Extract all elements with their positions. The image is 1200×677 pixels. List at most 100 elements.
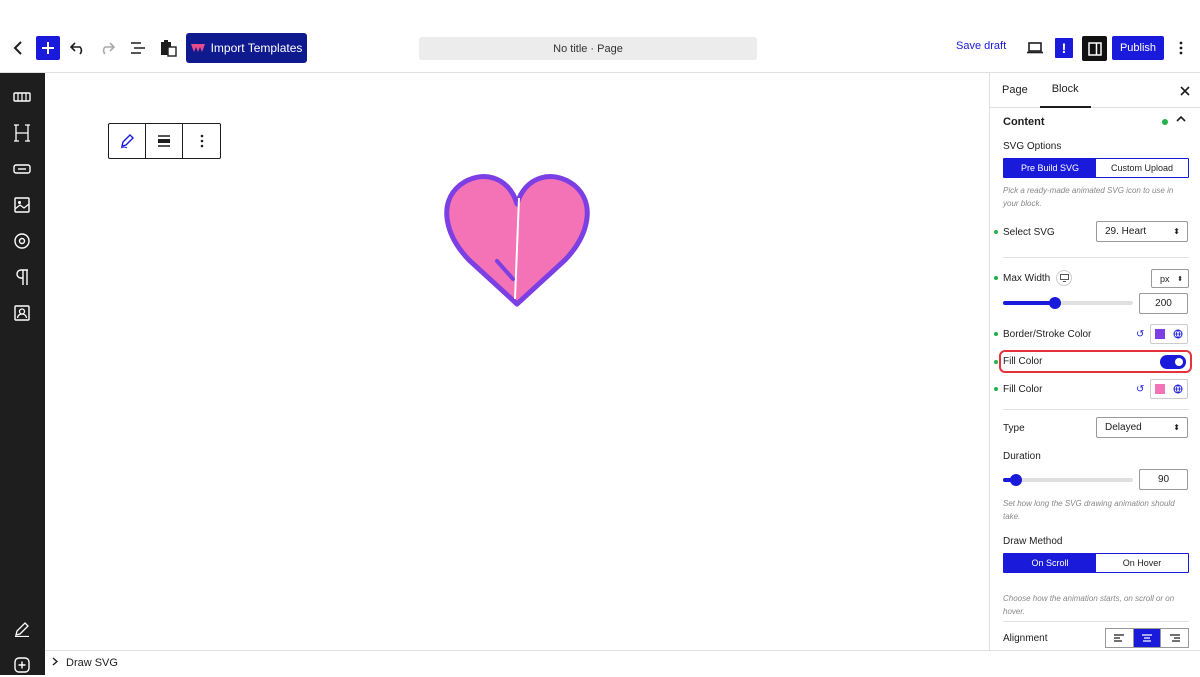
divider: [1003, 409, 1189, 410]
heading-icon[interactable]: [10, 121, 34, 145]
warning-button[interactable]: !: [1055, 38, 1073, 58]
duration-slider[interactable]: [1003, 474, 1133, 486]
select-svg-label: Select SVG: [1003, 227, 1055, 238]
slider-icon[interactable]: [10, 85, 34, 109]
unit-select[interactable]: px ⬍: [1151, 269, 1189, 288]
align-left-icon[interactable]: [1106, 629, 1134, 647]
breadcrumb: Draw SVG: [45, 650, 1200, 675]
svg-source-toggle: Pre Build SVG Custom Upload: [1003, 158, 1189, 178]
duration-input[interactable]: 90: [1139, 469, 1188, 490]
type-label: Type: [1003, 423, 1025, 434]
breadcrumb-item[interactable]: Draw SVG: [66, 657, 118, 669]
image-icon[interactable]: [10, 193, 34, 217]
editor-canvas[interactable]: [45, 73, 989, 650]
border-color-label: Border/Stroke Color: [1003, 329, 1092, 340]
undo-icon[interactable]: [68, 36, 88, 60]
status-dot: [994, 360, 998, 364]
save-draft-button[interactable]: Save draft: [956, 40, 1006, 52]
svg-options-label: SVG Options: [1003, 141, 1062, 152]
redo-icon[interactable]: [97, 36, 117, 60]
align-right-icon[interactable]: [1161, 629, 1188, 647]
slider-handle[interactable]: [1049, 297, 1061, 309]
pen-icon[interactable]: [109, 124, 146, 158]
paragraph-icon[interactable]: [10, 265, 34, 289]
page-title: No title · Page: [553, 42, 623, 55]
slider-fill: [1003, 301, 1055, 305]
settings-panel: Page Block Content SVG Options Pre Build…: [989, 73, 1200, 650]
top-toolbar: Import Templates No title · Page Save dr…: [0, 0, 1200, 73]
alignment-label: Alignment: [1003, 633, 1048, 644]
fill-color-toggle[interactable]: [1160, 355, 1186, 369]
responsive-device-icon[interactable]: [1056, 270, 1072, 286]
duration-help-text: Set how long the SVG drawing animation s…: [1003, 499, 1175, 521]
global-color-icon[interactable]: [1169, 325, 1187, 343]
reset-icon[interactable]: ↺: [1136, 384, 1144, 395]
fill-toggle-label: Fill Color: [1003, 356, 1043, 367]
more-vertical-icon[interactable]: [183, 124, 220, 158]
type-value: Delayed: [1105, 422, 1142, 433]
status-dot: [994, 387, 998, 391]
select-svg-value: 29. Heart: [1105, 226, 1147, 237]
add-circle-icon[interactable]: [10, 653, 34, 677]
select-svg-dropdown[interactable]: 29. Heart ⬍: [1096, 221, 1188, 242]
import-templates-button[interactable]: Import Templates: [186, 33, 307, 63]
breadcrumb-chevron-icon[interactable]: [52, 657, 59, 669]
duration-label: Duration: [1003, 451, 1041, 462]
import-templates-label: Import Templates: [210, 41, 303, 55]
button-icon[interactable]: [10, 157, 34, 181]
fill-color-swatch[interactable]: [1151, 380, 1169, 398]
custom-upload-button[interactable]: Custom Upload: [1096, 159, 1188, 177]
divider: [1003, 257, 1189, 258]
color-swatch: [1155, 329, 1165, 339]
more-options-icon[interactable]: [1172, 36, 1190, 60]
max-width-label: Max Width: [1003, 273, 1051, 284]
toggle-knob: [1175, 358, 1183, 366]
draw-method-toggle: On Scroll On Hover: [1003, 553, 1189, 573]
heart-svg-graphic[interactable]: [443, 171, 593, 311]
settings-sidebar-icon[interactable]: [1082, 36, 1107, 61]
slider-handle[interactable]: [1010, 474, 1022, 486]
circle-icon[interactable]: [10, 229, 34, 253]
align-icon[interactable]: [146, 124, 183, 158]
preview-icon[interactable]: [1024, 36, 1046, 60]
color-swatch: [1155, 384, 1165, 394]
border-color-swatch[interactable]: [1151, 325, 1169, 343]
clipboard-icon[interactable]: [157, 36, 179, 60]
document-overview-icon[interactable]: [128, 36, 148, 60]
global-color-icon[interactable]: [1169, 380, 1187, 398]
templates-logo-icon: [190, 44, 205, 52]
fill-color-label: Fill Color: [1003, 384, 1043, 395]
max-width-slider[interactable]: [1003, 297, 1133, 309]
status-dot: [1162, 119, 1168, 125]
status-dot: [994, 332, 998, 336]
back-icon[interactable]: [8, 36, 28, 60]
border-color-control: [1150, 324, 1188, 344]
edit-pencil-icon[interactable]: [10, 617, 34, 641]
pre-build-svg-button[interactable]: Pre Build SVG: [1004, 159, 1096, 177]
on-hover-button[interactable]: On Hover: [1096, 554, 1188, 572]
status-dot: [994, 230, 998, 234]
tab-page[interactable]: Page: [990, 73, 1040, 108]
block-toolbar: [108, 123, 221, 159]
panel-tabs: Page Block: [990, 73, 1200, 108]
chevron-up-icon[interactable]: [1176, 114, 1186, 125]
align-center-icon[interactable]: [1133, 629, 1162, 647]
type-dropdown[interactable]: Delayed ⬍: [1096, 417, 1188, 438]
document-title-bar[interactable]: No title · Page: [419, 37, 757, 60]
dropdown-arrow-icon: ⬍: [1177, 275, 1183, 283]
add-block-button[interactable]: [36, 36, 60, 60]
close-icon[interactable]: [1180, 83, 1190, 99]
section-title: Content: [1003, 116, 1045, 128]
alignment-control: [1105, 628, 1189, 648]
on-scroll-button[interactable]: On Scroll: [1004, 554, 1096, 572]
content-section-header[interactable]: Content: [990, 112, 1200, 132]
fill-color-control: [1150, 379, 1188, 399]
tab-block[interactable]: Block: [1039, 73, 1091, 108]
max-width-input[interactable]: 200: [1139, 293, 1188, 314]
divider: [1003, 621, 1189, 622]
fill-color-toggle-row: Fill Color: [999, 350, 1192, 373]
publish-button[interactable]: Publish: [1112, 36, 1164, 60]
reset-icon[interactable]: ↺: [1136, 329, 1144, 340]
profile-icon[interactable]: [10, 301, 34, 325]
draw-method-help-text: Choose how the animation starts, on scro…: [1003, 594, 1175, 616]
